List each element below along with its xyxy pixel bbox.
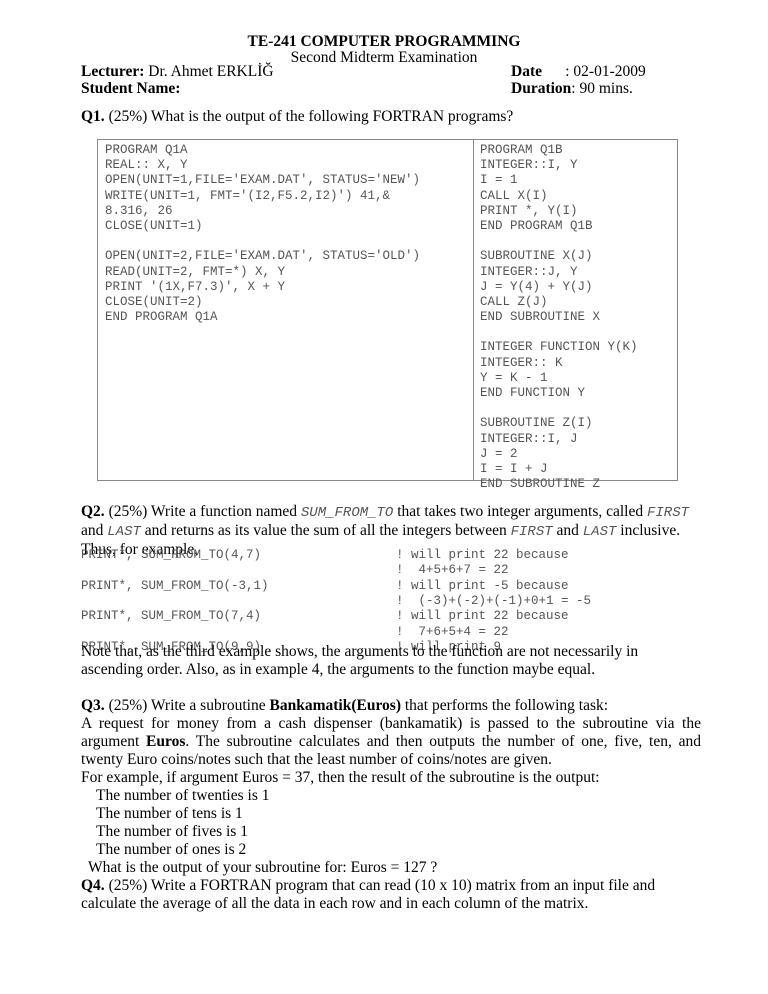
q1-code-table: PROGRAM Q1A REAL:: X, Y OPEN(UNIT=1,FILE='… [97, 139, 678, 491]
q3-text: that performs the following task: [401, 697, 609, 714]
code-line: I = 1 [480, 173, 518, 188]
exam-page: TE-241 COMPUTER PROGRAMMING Second Midte… [0, 0, 768, 994]
q1-text: (25%) What is the output of the followin… [104, 108, 514, 125]
arg-first: FIRST [510, 524, 553, 540]
code-line: WRITE(UNIT=1, FMT='(I2,F5.2,I2)') 41,& [105, 188, 391, 203]
code-line: PROGRAM Q1A [105, 143, 188, 157]
q3-prompt: Q3. (25%) Write a subroutine Bankamatik(… [81, 697, 701, 877]
code-line: PRINT '(1X,F7.3)', X + Y [105, 279, 286, 294]
q2-note: Note that, as the third example shows, t… [81, 643, 639, 678]
code-line: OPEN(UNIT=2,FILE='EXAM.DAT', STATUS='OLD… [105, 249, 421, 264]
q3-output-line: The number of twenties is 1 [96, 787, 270, 804]
q3-output-line: The number of tens is 1 [96, 805, 243, 822]
code-line: END PROGRAM Q1B [480, 218, 593, 233]
code-line: INTEGER::I, J [480, 431, 578, 446]
q3-example-intro: For example, if argument Euros = 37, the… [81, 769, 600, 786]
q3-heading: Q3. (25%) Write a subroutine Bankamatik(… [81, 697, 701, 715]
example-call: PRINT*, SUM_FROM_TO(7,4) [81, 609, 262, 624]
code-line: CALL X(I) [480, 188, 548, 203]
example-call: PRINT*, SUM_FROM_TO(4,7) [81, 548, 262, 562]
lecturer-line: Lecturer: Dr. Ahmet ERKLİĞ [81, 63, 274, 80]
example-comment: ! will print 22 because [396, 548, 569, 562]
header-right: Date : 02-01-2009 Duration: 90 mins. [511, 63, 646, 97]
date-label: Date [511, 63, 542, 80]
q1-prompt: Q1. (25%) What is the output of the foll… [81, 108, 701, 126]
q2-text: (25%) Write a function named [104, 503, 301, 520]
code-line: READ(UNIT=2, FMT=*) X, Y [105, 264, 286, 279]
subroutine-name: Bankamatik(Euros) [269, 697, 402, 714]
lecturer-label: Lecturer: [81, 63, 145, 80]
func-name: SUM_FROM_TO [300, 505, 394, 521]
q3-label: Q3. [81, 697, 105, 714]
q4-label: Q4. [81, 877, 105, 894]
code-line: INTEGER::J, Y [480, 264, 578, 279]
code-line: REAL:: X, Y [105, 158, 188, 173]
example-comment: ! 7+6+5+4 = 22 [396, 624, 509, 639]
code-line: END FUNCTION Y [480, 386, 586, 400]
euros-arg: Euros [146, 733, 186, 750]
example-comment: ! 4+5+6+7 = 22 [396, 563, 509, 578]
q1-label: Q1. [81, 108, 105, 125]
example-row: PRINT*, SUM_FROM_TO(7,4) ! will print 22 … [81, 609, 701, 624]
program-q1a-code: PROGRAM Q1A REAL:: X, Y OPEN(UNIT=1,FILE='… [98, 140, 474, 480]
example-row: ! (-3)+(-2)+(-1)+0+1 = -5 [81, 594, 701, 609]
program-q1b-code: PROGRAM Q1B INTEGER::I, YI = 1 CALL X(I) PR… [474, 140, 677, 491]
code-line: CLOSE(UNIT=1) [105, 218, 203, 233]
arg-last: LAST [582, 524, 617, 540]
code-line: J = Y(4) + Y(J) [480, 279, 593, 294]
code-line: 8.316, 26 [105, 203, 173, 218]
q4-text: (25%) Write a FORTRAN program that can r… [81, 877, 656, 912]
example-call: PRINT*, SUM_FROM_TO(-3,1) [81, 578, 269, 593]
code-line: END PROGRAM Q1A [105, 310, 218, 325]
example-row: ! 7+6+5+4 = 22 [81, 625, 701, 640]
q2-text: and [81, 522, 108, 539]
example-row: ! 4+5+6+7 = 22 [81, 563, 701, 578]
q3-output-line: The number of ones is 2 [96, 841, 247, 858]
duration-line: Duration: 90 mins. [511, 80, 646, 97]
duration-value: : 90 mins. [571, 80, 633, 97]
q3-description: A request for money from a cash dispense… [81, 715, 701, 769]
arg-first: FIRST [647, 505, 690, 521]
example-row: PRINT*, SUM_FROM_TO(-3,1) ! will print -5… [81, 579, 701, 594]
example-comment: ! will print -5 because [396, 578, 569, 593]
code-line: I = I + J [480, 461, 548, 476]
code-line: Y = K - 1 [480, 370, 548, 385]
code-line: CLOSE(UNIT=2) [105, 294, 203, 309]
code-line: INTEGER::I, Y [480, 158, 578, 173]
q3-question: What is the output of your subroutine fo… [88, 859, 438, 876]
code-line: END SUBROUTINE X [480, 310, 601, 325]
code-line: END SUBROUTINE Z [480, 477, 601, 492]
arg-last: LAST [107, 524, 141, 540]
code-line: J = 2 [480, 446, 518, 461]
q2-text: and [552, 522, 583, 539]
student-line: Student Name: [81, 80, 274, 97]
example-row: PRINT*, SUM_FROM_TO(4,7) ! will print 22 … [81, 548, 701, 563]
code-line: SUBROUTINE Z(I) [480, 416, 593, 431]
q2-text: that takes two integer arguments, called [393, 503, 647, 520]
code-line: INTEGER FUNCTION Y(K) [480, 340, 638, 355]
q4-prompt: Q4. (25%) Write a FORTRAN program that c… [81, 877, 701, 913]
duration-label: Duration [511, 80, 572, 97]
code-line: CALL Z(J) [480, 294, 548, 309]
date-line: Date : 02-01-2009 [511, 63, 646, 80]
q3-output-line: The number of fives is 1 [96, 823, 248, 840]
q2-label: Q2. [81, 503, 105, 520]
header-left: Lecturer: Dr. Ahmet ERKLİĞ Student Name: [81, 63, 274, 97]
example-comment: ! (-3)+(-2)+(-1)+0+1 = -5 [396, 593, 592, 608]
date-value: : 02-01-2009 [542, 63, 646, 80]
code-line: PROGRAM Q1B [480, 143, 563, 157]
q2-text: and returns as its value the sum of all … [140, 522, 511, 539]
code-line: OPEN(UNIT=1,FILE='EXAM.DAT', STATUS='NEW… [105, 173, 421, 188]
example-comment: ! will print 22 because [396, 609, 569, 624]
q3-text: (25%) Write a subroutine [104, 697, 270, 714]
code-line: SUBROUTINE X(J) [480, 249, 593, 264]
code-line: PRINT *, Y(I) [480, 203, 578, 218]
lecturer-value: Dr. Ahmet ERKLİĞ [144, 63, 274, 80]
student-label: Student Name: [81, 80, 181, 97]
code-line: INTEGER:: K [480, 355, 563, 370]
